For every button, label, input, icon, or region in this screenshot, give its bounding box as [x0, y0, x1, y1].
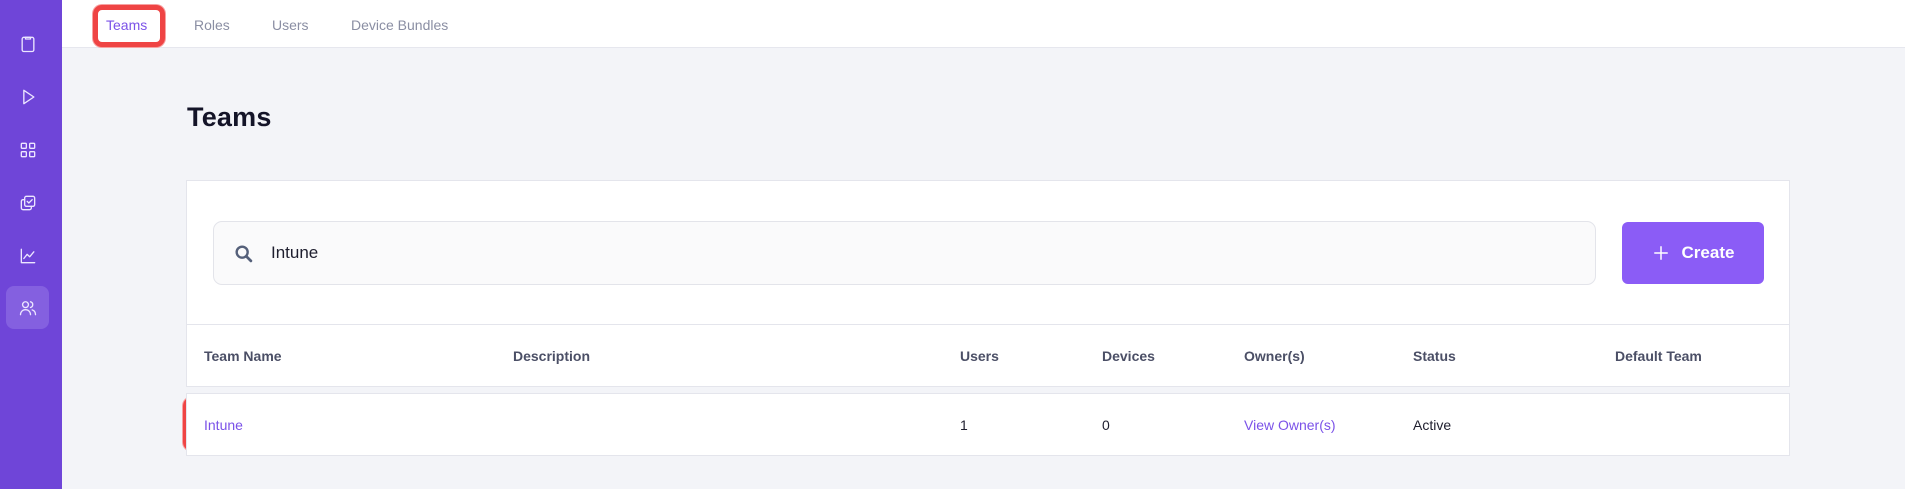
search-icon — [233, 243, 255, 265]
sidebar-item-grid[interactable] — [6, 128, 49, 171]
search-input[interactable]: Intune — [213, 221, 1596, 285]
create-button[interactable]: Create — [1622, 222, 1764, 284]
table-header: Team Name Description Users Devices Owne… — [186, 324, 1790, 387]
create-button-label: Create — [1681, 243, 1735, 262]
users-icon — [19, 300, 36, 315]
clipboard-icon — [21, 36, 34, 52]
plus-icon — [1653, 246, 1668, 260]
table-row: Intune 1 0 View Owner(s) Active — [186, 393, 1790, 456]
team-devices-count: 0 — [1102, 417, 1110, 433]
column-header-status[interactable]: Status — [1413, 348, 1456, 364]
sidebar-item-analytics[interactable] — [6, 234, 49, 277]
sidebar — [0, 0, 62, 489]
sidebar-item-clipboard[interactable] — [6, 22, 49, 65]
play-icon — [22, 89, 34, 104]
check-copy-icon — [20, 195, 35, 210]
sidebar-item-play[interactable] — [6, 75, 49, 118]
sidebar-item-teams[interactable] — [6, 286, 49, 329]
chart-icon — [20, 248, 35, 263]
team-status: Active — [1413, 417, 1452, 433]
column-header-description[interactable]: Description — [513, 348, 590, 364]
tab-roles[interactable]: Roles — [194, 17, 230, 33]
column-header-default-team[interactable]: Default Team — [1615, 348, 1702, 364]
grid-icon — [20, 142, 35, 157]
page-title: Teams — [187, 102, 272, 132]
sidebar-item-checklist[interactable] — [6, 181, 49, 224]
tab-teams[interactable]: Teams — [106, 17, 147, 33]
column-header-users[interactable]: Users — [960, 348, 999, 364]
tab-users[interactable]: Users — [272, 17, 309, 33]
top-tab-bar — [62, 0, 1905, 48]
team-name-link[interactable]: Intune — [204, 417, 243, 433]
view-owners-link[interactable]: View Owner(s) — [1244, 417, 1336, 433]
team-users-count: 1 — [960, 417, 968, 433]
column-header-team-name[interactable]: Team Name — [204, 348, 282, 364]
search-value: Intune — [271, 243, 319, 262]
column-header-devices[interactable]: Devices — [1102, 348, 1155, 364]
column-header-owners[interactable]: Owner(s) — [1244, 348, 1305, 364]
tab-device-bundles[interactable]: Device Bundles — [351, 17, 448, 33]
